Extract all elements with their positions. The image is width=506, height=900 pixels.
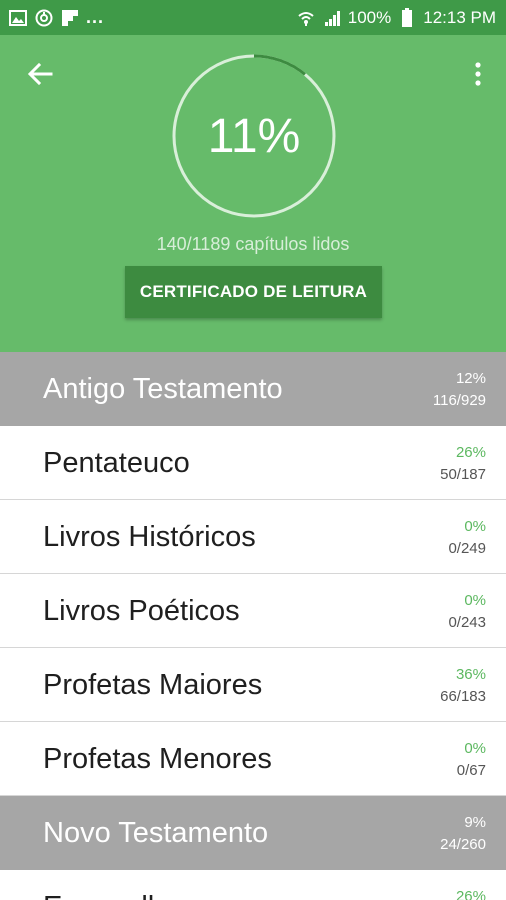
row-percent: 0% — [464, 518, 486, 535]
list-item[interactable]: Evangelhos 26% — [0, 870, 506, 900]
certificate-button[interactable]: CERTIFICADO DE LEITURA — [125, 266, 382, 318]
row-title: Livros Históricos — [43, 520, 256, 553]
overflow-menu-button[interactable] — [466, 57, 490, 91]
battery-percent: 100% — [347, 7, 392, 27]
row-title: Evangelhos — [43, 870, 195, 900]
progress-percent: 11% — [207, 109, 301, 163]
row-stats: 12% 116/929 — [433, 368, 486, 412]
row-title: Profetas Menores — [43, 742, 272, 775]
row-stats: 36% 66/183 — [440, 664, 486, 708]
flipboard-icon — [60, 8, 80, 28]
list-item[interactable]: Profetas Maiores 36% 66/183 — [0, 648, 506, 722]
row-count: 0/249 — [448, 540, 486, 557]
row-percent: 12% — [455, 370, 486, 387]
battery-icon — [397, 7, 417, 28]
overflow-dots: ... — [86, 7, 105, 27]
row-percent: 9% — [464, 814, 486, 831]
row-percent: 0% — [464, 592, 486, 609]
back-button[interactable] — [20, 59, 60, 89]
status-bar: ... 100% 12:13 PM — [0, 0, 506, 35]
wifi-icon — [296, 8, 316, 28]
list-item[interactable]: Profetas Menores 0% 0/67 — [0, 722, 506, 796]
row-count: 0/243 — [448, 614, 486, 631]
row-percent: 26% — [455, 888, 486, 900]
row-count: 0/67 — [456, 762, 486, 779]
row-stats: 9% 24/260 — [440, 812, 486, 856]
row-stats: 0% 0/243 — [448, 590, 486, 634]
chapters-read-text: 140/1189 capítulos lidos — [156, 234, 350, 254]
row-percent: 26% — [455, 444, 486, 461]
row-count: 24/260 — [440, 836, 486, 853]
progress-header: 11% 140/1189 capítulos lidos CERTIFICADO… — [0, 35, 506, 352]
row-percent: 0% — [464, 740, 486, 757]
list-item[interactable]: Pentateuco 26% 50/187 — [0, 426, 506, 500]
row-title: Pentateuco — [43, 446, 190, 479]
status-right: 100% 12:13 PM — [296, 7, 496, 28]
row-title: Novo Testamento — [43, 816, 269, 849]
status-left: ... — [8, 7, 104, 28]
arrow-back-icon — [27, 63, 53, 85]
list-item[interactable]: Livros Poéticos 0% 0/243 — [0, 574, 506, 648]
row-stats: 0% 0/67 — [457, 738, 486, 782]
row-count: 66/183 — [440, 688, 486, 705]
signal-icon — [322, 8, 342, 28]
clock: 12:13 PM — [423, 7, 496, 27]
row-title: Profetas Maiores — [43, 668, 263, 701]
row-stats: 0% 0/249 — [448, 516, 486, 560]
row-count: 116/929 — [432, 392, 486, 409]
row-stats: 26% — [456, 886, 486, 900]
testament-list: Antigo Testamento 12% 116/929 Pentateuco 26%… — [0, 352, 506, 900]
row-percent: 36% — [455, 666, 486, 683]
more-vertical-icon — [475, 62, 481, 86]
list-item[interactable]: Livros Históricos 0% 0/249 — [0, 500, 506, 574]
image-icon — [8, 8, 28, 28]
row-stats: 26% 50/187 — [440, 442, 486, 486]
section-header-row[interactable]: Antigo Testamento 12% 116/929 — [0, 352, 506, 426]
section-header-row[interactable]: Novo Testamento 9% 24/260 — [0, 796, 506, 870]
row-count: 50/187 — [440, 466, 486, 483]
row-title: Antigo Testamento — [43, 372, 283, 405]
cast-icon — [34, 8, 54, 28]
row-title: Livros Poéticos — [43, 594, 240, 627]
